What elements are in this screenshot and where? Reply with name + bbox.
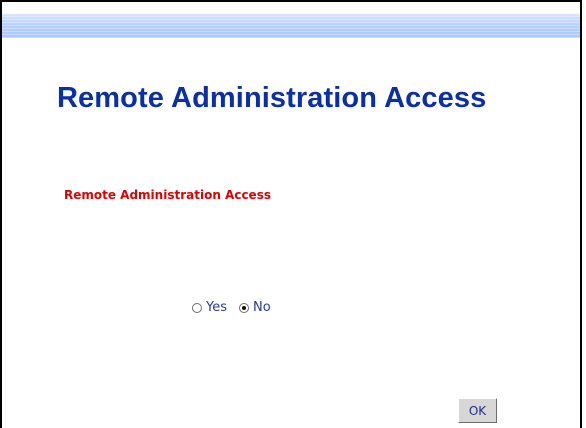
section-label: Remote Administration Access (64, 188, 271, 202)
radio-yes-label: Yes (206, 300, 227, 315)
ok-button[interactable]: OK (458, 398, 497, 423)
radio-no-label: No (253, 300, 271, 315)
top-banner (2, 14, 580, 38)
radio-yes[interactable] (192, 302, 202, 313)
remote-admin-option-yes[interactable]: Yes (192, 301, 227, 314)
remote-admin-panel: Remote Administration Access Remote Admi… (0, 0, 582, 428)
radio-no[interactable] (239, 302, 249, 313)
remote-admin-radio-group: Yes No (192, 301, 271, 314)
page-title: Remote Administration Access (57, 82, 487, 114)
remote-admin-option-no[interactable]: No (239, 301, 271, 314)
